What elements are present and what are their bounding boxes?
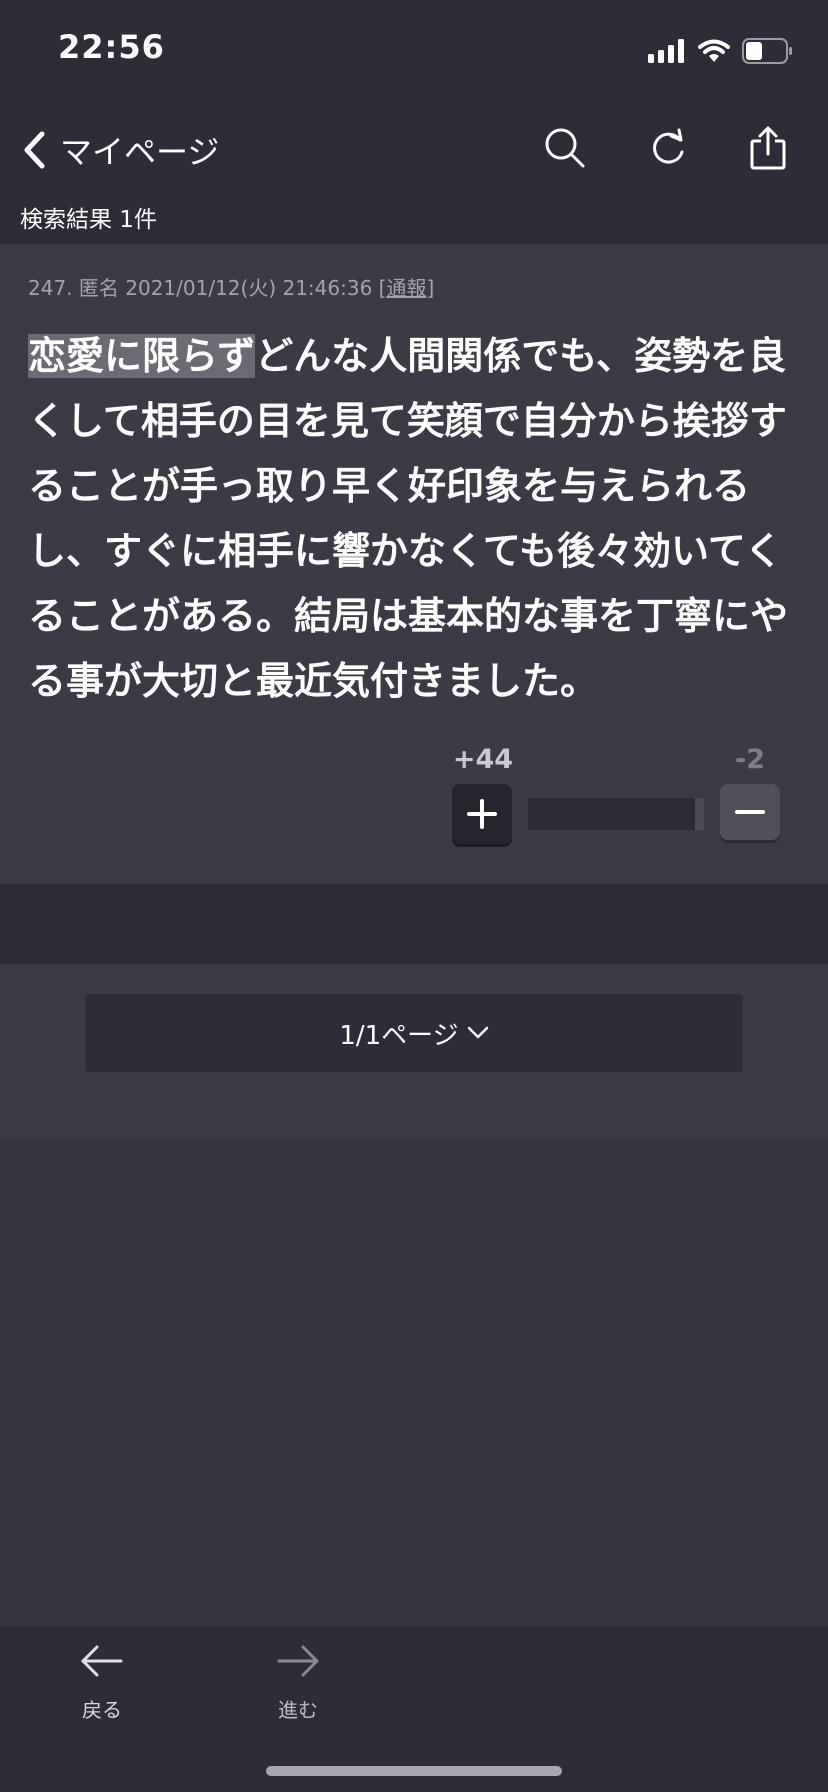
battery-icon bbox=[742, 38, 792, 64]
home-indicator bbox=[266, 1766, 562, 1776]
chevron-down-icon bbox=[467, 1026, 488, 1039]
post-number: 247. bbox=[28, 276, 73, 300]
browser-back-label: 戻る bbox=[82, 1698, 122, 1722]
status-icons bbox=[648, 36, 794, 66]
post-body: 恋愛に限らずどんな人間関係でも、姿勢を良くして相手の目を見て笑顔で自分から挨拶す… bbox=[28, 324, 798, 714]
browser-forward-label: 進む bbox=[278, 1698, 318, 1722]
refresh-icon bbox=[653, 128, 684, 164]
vote-ratio-bar bbox=[528, 798, 704, 830]
search-icon bbox=[545, 128, 585, 168]
status-bar: 22:56 bbox=[0, 0, 828, 100]
search-highlight: 恋愛に限らず bbox=[28, 334, 256, 378]
vote-ratio-minus-fill bbox=[695, 798, 704, 830]
minus-icon bbox=[735, 810, 765, 814]
page-select-button[interactable]: 1/1ページ bbox=[85, 994, 743, 1072]
report-link[interactable]: 通報 bbox=[386, 276, 426, 300]
browser-forward-button[interactable]: 進む bbox=[238, 1626, 358, 1736]
minus-vote-count: -2 bbox=[735, 744, 765, 775]
post-body-text: どんな人間関係でも、姿勢を良くして相手の目を見て笑顔で自分から挨拶することが手っ… bbox=[28, 334, 789, 703]
plus-vote-button[interactable] bbox=[452, 784, 512, 844]
plus-vote-count: +44 bbox=[452, 744, 514, 775]
arrow-left-icon bbox=[81, 1645, 123, 1677]
chevron-left-icon bbox=[24, 131, 45, 169]
back-to-mypage-button[interactable]: マイページ bbox=[22, 118, 219, 182]
page-label: 1/1ページ bbox=[339, 1020, 459, 1051]
search-result-count: 検索結果 1件 bbox=[20, 207, 157, 233]
refresh-button[interactable] bbox=[638, 116, 698, 180]
share-button[interactable] bbox=[738, 116, 798, 180]
minus-vote-button[interactable] bbox=[720, 784, 780, 840]
browser-back-button[interactable]: 戻る bbox=[42, 1626, 162, 1736]
search-button[interactable] bbox=[535, 116, 595, 180]
status-time: 22:56 bbox=[58, 28, 165, 66]
plus-icon bbox=[467, 799, 497, 829]
back-label: マイページ bbox=[60, 133, 220, 171]
search-result-bar: 検索結果 1件 bbox=[0, 200, 828, 244]
pagination-area: 1/1ページ bbox=[0, 964, 828, 1140]
wifi-icon bbox=[698, 39, 730, 62]
post-author: 匿名 bbox=[78, 276, 119, 300]
post-datetime: 2021/01/12(火) 21:46:36 bbox=[125, 276, 373, 300]
section-divider bbox=[0, 884, 828, 964]
share-icon bbox=[750, 126, 786, 170]
nav-bar: マイページ bbox=[0, 100, 828, 200]
post-card: 247. 匿名 2021/01/12(火) 21:46:36 [通報] 恋愛に限… bbox=[0, 244, 828, 884]
post-meta: 247. 匿名 2021/01/12(火) 21:46:36 [通報] bbox=[28, 276, 435, 300]
signal-icon bbox=[648, 39, 684, 63]
arrow-right-icon bbox=[277, 1645, 319, 1677]
